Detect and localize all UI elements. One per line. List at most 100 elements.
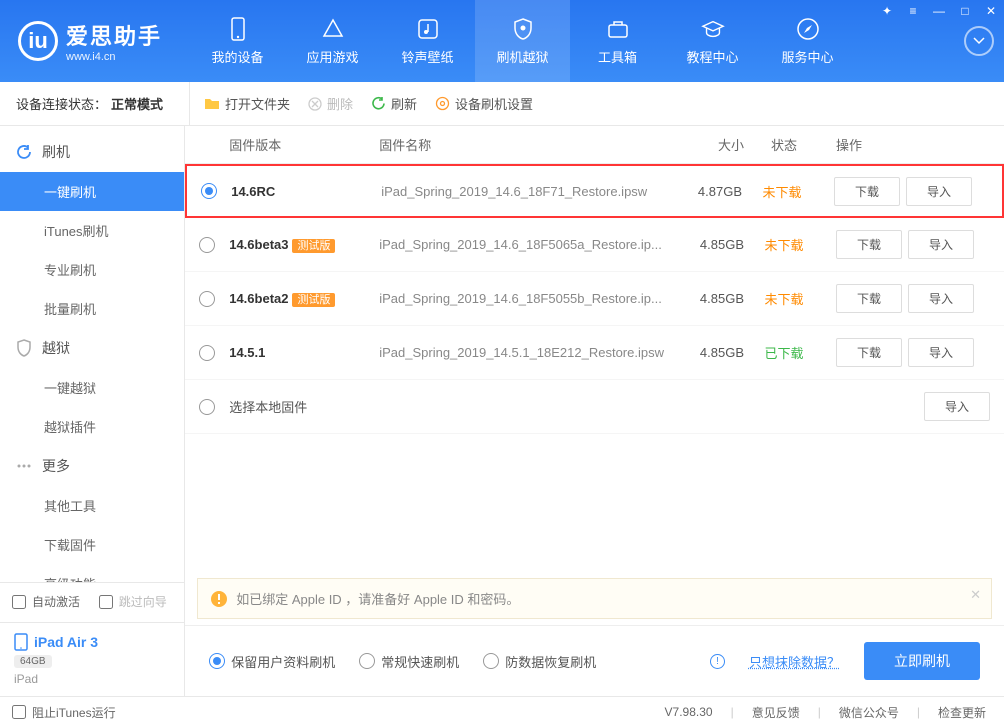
folder-icon (204, 97, 220, 111)
nav-service[interactable]: 服务中心 (760, 0, 855, 82)
auto-activate-checkbox[interactable] (12, 595, 26, 609)
col-name: 固件名称 (379, 135, 664, 154)
shield-icon (511, 17, 535, 41)
firmware-size: 4.85GB (664, 345, 744, 360)
nav-ringtones[interactable]: 铃声壁纸 (380, 0, 475, 82)
menu-button[interactable]: ≡ (900, 0, 926, 22)
logo-area: iu 爱思助手 www.i4.cn (0, 0, 190, 82)
radio-icon[interactable] (201, 183, 217, 199)
firmware-size: 4.87GB (662, 184, 742, 199)
open-folder-button[interactable]: 打开文件夹 (204, 94, 290, 113)
firmware-row[interactable]: 14.6beta2测试版iPad_Spring_2019_14.6_18F505… (185, 272, 1004, 326)
sidebar-group-more[interactable]: 更多 (0, 446, 184, 486)
firmware-status: 已下载 (744, 343, 824, 362)
sidebar-item-download-firmware[interactable]: 下载固件 (0, 525, 184, 564)
col-status: 状态 (744, 135, 824, 154)
nav-label: 刷机越狱 (496, 47, 548, 66)
refresh-button[interactable]: 刷新 (371, 94, 417, 113)
nav-apps[interactable]: 应用游戏 (285, 0, 380, 82)
close-button[interactable]: ✕ (978, 0, 1004, 22)
minimize-button[interactable]: — (926, 0, 952, 22)
firmware-version: 14.5.1 (229, 345, 379, 360)
refresh-icon (371, 96, 386, 111)
import-button[interactable]: 导入 (924, 392, 990, 421)
radio-icon[interactable] (199, 345, 215, 361)
opt-keep-data[interactable]: 保留用户资料刷机 (209, 652, 335, 671)
chevron-down-icon (964, 26, 994, 56)
device-name[interactable]: iPad Air 3 (14, 633, 170, 651)
table-header: 固件版本 固件名称 大小 状态 操作 (185, 126, 1004, 164)
firmware-version: 14.6beta2测试版 (229, 291, 379, 307)
sidebar-group-jailbreak[interactable]: 越狱 (0, 328, 184, 368)
nav-label: 铃声壁纸 (401, 47, 453, 66)
sidebar-item-other-tools[interactable]: 其他工具 (0, 486, 184, 525)
sidebar-item-onekey-flash[interactable]: 一键刷机 (0, 172, 184, 211)
nav-flash-jailbreak[interactable]: 刷机越狱 (475, 0, 570, 82)
radio-icon (483, 653, 499, 669)
sidebar-item-itunes-flash[interactable]: iTunes刷机 (0, 211, 184, 250)
main-nav: 我的设备 应用游戏 铃声壁纸 刷机越狱 工具箱 教程中心 服务中心 (190, 0, 954, 82)
import-button[interactable]: 导入 (908, 284, 974, 313)
nav-label: 应用游戏 (306, 47, 358, 66)
window-controls: ✦ ≡ — □ ✕ (874, 0, 1004, 22)
firmware-row[interactable]: 14.5.1iPad_Spring_2019_14.5.1_18E212_Res… (185, 326, 1004, 380)
firmware-name: iPad_Spring_2019_14.6_18F71_Restore.ipsw (381, 184, 662, 199)
local-firmware-row[interactable]: 选择本地固件 导入 (185, 380, 1004, 434)
flash-settings-button[interactable]: 设备刷机设置 (435, 94, 533, 113)
radio-icon[interactable] (199, 399, 215, 415)
download-button[interactable]: 下载 (836, 338, 902, 367)
shield-icon (16, 339, 32, 357)
device-info: iPad Air 3 64GB iPad (0, 622, 184, 696)
import-button[interactable]: 导入 (908, 338, 974, 367)
sidebar-item-pro-flash[interactable]: 专业刷机 (0, 250, 184, 289)
sidebar-options: 自动激活 跳过向导 (0, 582, 184, 622)
sidebar-item-jailbreak-plugin[interactable]: 越狱插件 (0, 407, 184, 446)
firmware-row[interactable]: 14.6beta3测试版iPad_Spring_2019_14.6_18F506… (185, 218, 1004, 272)
download-button[interactable]: 下载 (834, 177, 900, 206)
opt-anti-loss[interactable]: 防数据恢复刷机 (483, 652, 596, 671)
download-button[interactable]: 下载 (836, 230, 902, 259)
sidebar-group-flash[interactable]: 刷机 (0, 132, 184, 172)
sidebar-item-batch-flash[interactable]: 批量刷机 (0, 289, 184, 328)
wechat-link[interactable]: 微信公众号 (839, 704, 899, 721)
flash-options: 保留用户资料刷机 常规快速刷机 防数据恢复刷机 ! 只想抹除数据？ 立即刷机 (185, 625, 1004, 696)
logo-icon: iu (18, 21, 58, 61)
skin-button[interactable]: ✦ (874, 0, 900, 22)
radio-icon[interactable] (199, 291, 215, 307)
firmware-status: 未下载 (744, 289, 824, 308)
appleid-notice: 如已绑定 Apple ID ，请准备好 Apple ID 和密码。 ✕ (197, 578, 992, 619)
import-button[interactable]: 导入 (908, 230, 974, 259)
warning-icon (210, 590, 228, 608)
nav-tutorials[interactable]: 教程中心 (665, 0, 760, 82)
sidebar-item-advanced[interactable]: 高级功能 (0, 564, 184, 582)
radio-icon[interactable] (199, 237, 215, 253)
opt-normal-fast[interactable]: 常规快速刷机 (359, 652, 459, 671)
firmware-version: 14.6RC (231, 184, 381, 199)
download-button[interactable]: 下载 (836, 284, 902, 313)
nav-my-device[interactable]: 我的设备 (190, 0, 285, 82)
flash-now-button[interactable]: 立即刷机 (864, 642, 980, 680)
nav-toolbox[interactable]: 工具箱 (570, 0, 665, 82)
compass-icon (796, 17, 820, 41)
toolbar: 打开文件夹 删除 刷新 设备刷机设置 (190, 82, 1004, 125)
app-header: iu 爱思助手 www.i4.cn 我的设备 应用游戏 铃声壁纸 刷机越狱 工具… (0, 0, 1004, 82)
block-itunes-checkbox[interactable] (12, 705, 26, 719)
delete-button[interactable]: 删除 (308, 94, 353, 113)
content-area: 固件版本 固件名称 大小 状态 操作 14.6RCiPad_Spring_201… (185, 126, 1004, 696)
beta-badge: 测试版 (292, 239, 335, 253)
firmware-row[interactable]: 14.6RCiPad_Spring_2019_14.6_18F71_Restor… (185, 164, 1004, 218)
check-update-link[interactable]: 检查更新 (938, 704, 986, 721)
music-icon (416, 17, 440, 41)
erase-data-link[interactable]: 只想抹除数据？ (749, 652, 840, 671)
local-firmware-label: 选择本地固件 (229, 397, 664, 416)
maximize-button[interactable]: □ (952, 0, 978, 22)
import-button[interactable]: 导入 (906, 177, 972, 206)
firmware-name: iPad_Spring_2019_14.5.1_18E212_Restore.i… (379, 345, 664, 360)
sidebar-item-onekey-jailbreak[interactable]: 一键越狱 (0, 368, 184, 407)
skip-guide-checkbox[interactable] (99, 595, 113, 609)
notice-close-icon[interactable]: ✕ (970, 587, 981, 603)
feedback-link[interactable]: 意见反馈 (752, 704, 800, 721)
col-size: 大小 (664, 135, 744, 154)
firmware-name: iPad_Spring_2019_14.6_18F5055b_Restore.i… (379, 291, 664, 306)
app-title: 爱思助手 (66, 19, 162, 51)
